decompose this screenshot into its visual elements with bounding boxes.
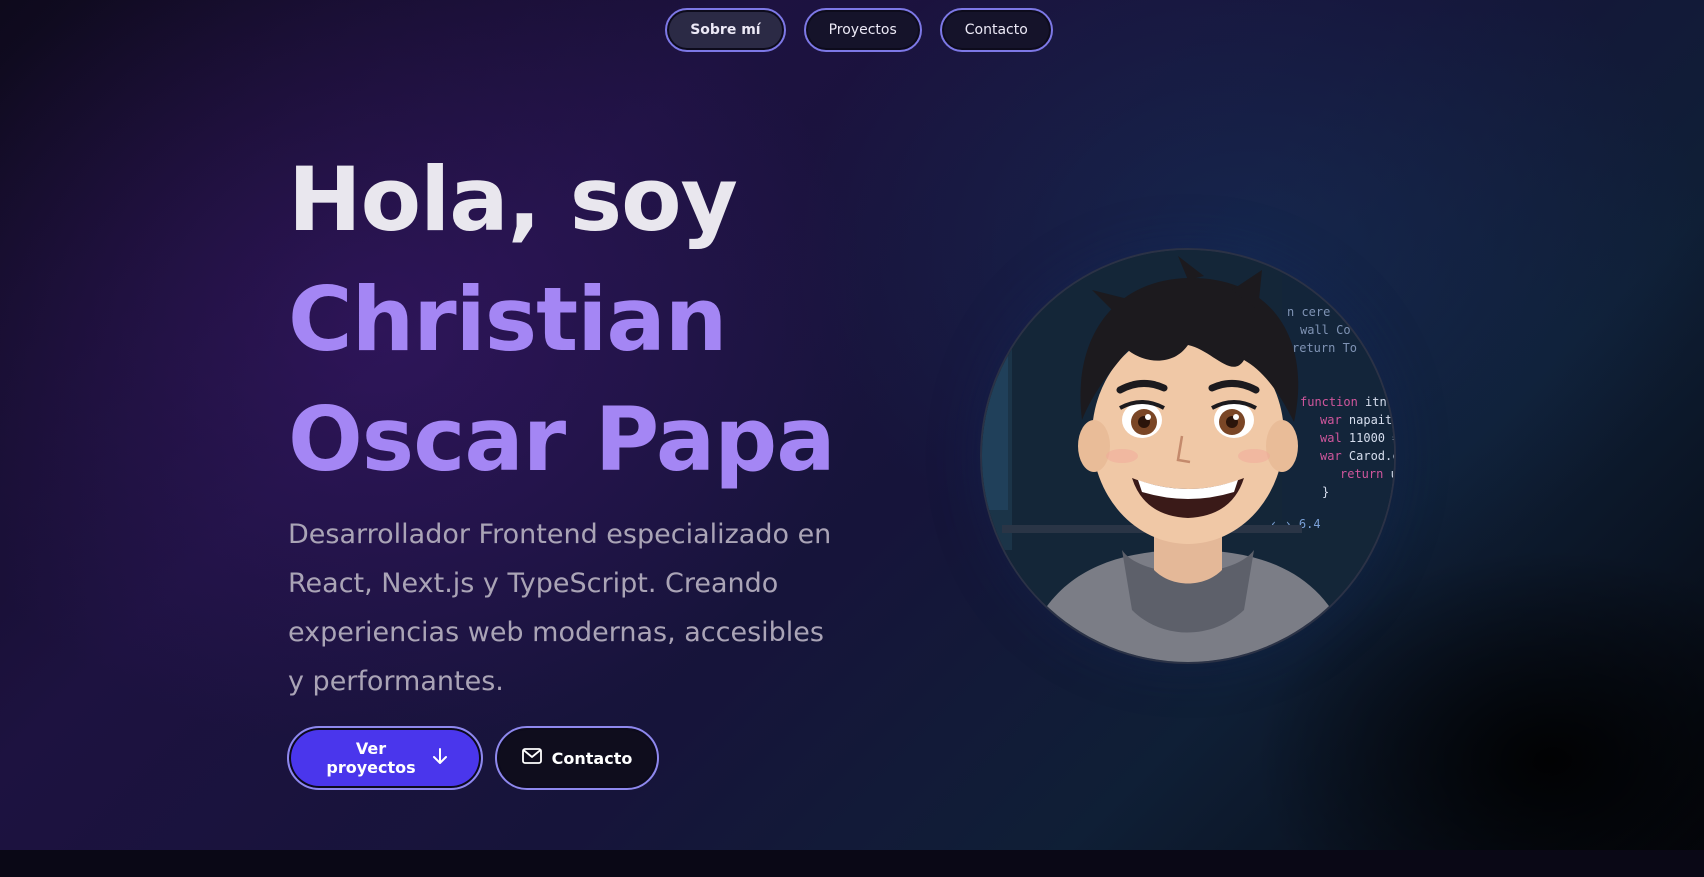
svg-text:return To: return To: [1292, 341, 1357, 355]
svg-text:war napaito: war napaito: [1320, 413, 1394, 427]
hero-name-last: Oscar Papa: [288, 388, 836, 491]
svg-text:wall Co: wall Co: [1300, 323, 1351, 337]
hero-actions: Ver proyectos Contacto: [287, 726, 659, 790]
hero-description: Desarrollador Frontend especializado en …: [288, 519, 832, 697]
view-projects-button[interactable]: Ver proyectos: [287, 726, 483, 790]
top-navigation: Sobre mí Proyectos Contacto: [0, 8, 1704, 52]
svg-text:n cere: n cere: [1287, 305, 1330, 319]
page-bottom-edge: [0, 850, 1704, 877]
nav-item-sobre-mi[interactable]: Sobre mí: [665, 8, 786, 52]
mail-icon: [521, 748, 542, 768]
hero-greeting: Hola, soy: [288, 148, 738, 251]
hero-section: Hola, soy Christian Oscar Papa Desarroll…: [288, 140, 888, 706]
nav-item-contacto[interactable]: Contacto: [939, 8, 1053, 52]
hero-title: Hola, soy Christian Oscar Papa: [288, 140, 888, 500]
avatar: n cere wall Co return To function itnL w…: [980, 248, 1396, 664]
view-projects-label: Ver proyectos: [326, 739, 416, 777]
svg-text:wal 11000 =: wal 11000 =: [1320, 431, 1394, 445]
svg-text:war Carod.ca: war Carod.ca: [1320, 449, 1394, 463]
contact-button[interactable]: Contacto: [495, 726, 659, 790]
nav-item-proyectos[interactable]: Proyectos: [803, 8, 922, 52]
hero-name-first: Christian: [288, 268, 727, 371]
svg-text:return u: return u: [1340, 467, 1394, 481]
arrow-down-icon: [431, 747, 449, 769]
svg-text:function itnL: function itnL: [1300, 395, 1394, 409]
svg-text:}: }: [1322, 485, 1329, 499]
contact-label: Contacto: [551, 748, 633, 768]
